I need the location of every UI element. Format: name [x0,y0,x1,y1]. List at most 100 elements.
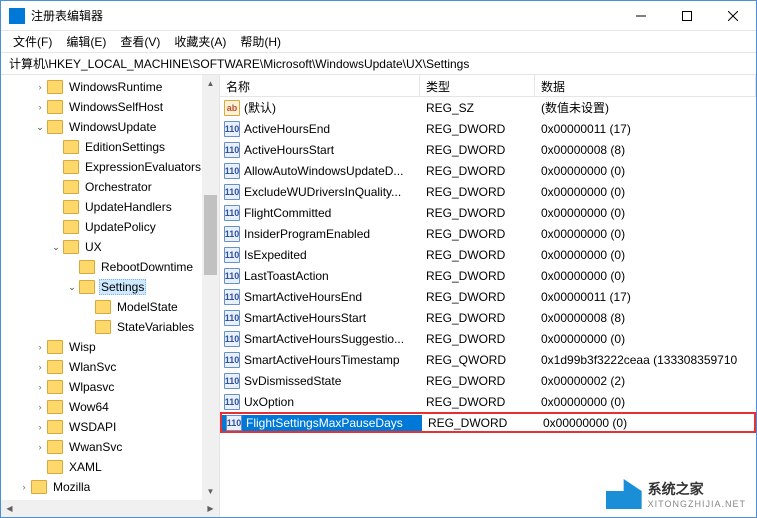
value-name-cell: 110LastToastAction [220,268,420,284]
registry-tree: ›WindowsRuntime›WindowsSelfHost ⌄ WindowsU… [1,75,219,499]
window-controls [618,1,756,31]
value-row[interactable]: 110InsiderProgramEnabledREG_DWORD0x00000… [220,223,756,244]
value-row[interactable]: ab(默认)REG_SZ(数值未设置) [220,97,756,118]
tree-item[interactable]: ›WlanSvc [1,357,219,377]
tree-item[interactable]: StateVariables [1,317,219,337]
value-data: 0x00000000 (0) [535,227,756,241]
folder-icon [63,200,79,214]
addressbar[interactable]: 计算机\HKEY_LOCAL_MACHINE\SOFTWARE\Microsof… [1,53,756,75]
tree-item[interactable]: ›WwanSvc [1,437,219,457]
value-row[interactable]: 110ActiveHoursEndREG_DWORD0x00000011 (17… [220,118,756,139]
column-data[interactable]: 数据 [535,75,756,96]
address-text: 计算机\HKEY_LOCAL_MACHINE\SOFTWARE\Microsof… [9,55,469,72]
scroll-down-icon[interactable]: ▼ [202,483,219,500]
tree-scrollbar-vertical[interactable]: ▲ ▼ [202,75,219,500]
value-name-cell: 110FlightCommitted [220,205,420,221]
tree-item[interactable]: › WSDAPI [1,417,219,437]
value-name-cell: ab(默认) [220,99,420,116]
value-name-cell: 110SmartActiveHoursEnd [220,289,420,305]
tree-arrow-icon[interactable]: › [33,82,47,92]
tree-label: WindowsUpdate [67,120,158,134]
maximize-button[interactable] [664,1,710,31]
tree-arrow-icon[interactable]: › [33,422,47,432]
tree-arrow-icon[interactable]: › [33,362,47,372]
column-type[interactable]: 类型 [420,75,535,96]
string-value-icon: ab [224,100,240,116]
value-row[interactable]: 110SvDismissedStateREG_DWORD0x00000002 (… [220,370,756,391]
tree-arrow-icon[interactable]: › [33,442,47,452]
tree-panel: ›WindowsRuntime›WindowsSelfHost ⌄ WindowsU… [1,75,220,517]
folder-icon [47,380,63,394]
tree-item[interactable]: ›Mozilla [1,477,219,497]
tree-item[interactable]: ›Wow64 [1,397,219,417]
tree-item[interactable]: ›WindowsRuntime [1,77,219,97]
menu-file[interactable]: 文件(F) [7,31,58,52]
tree-item[interactable]: ModelState [1,297,219,317]
tree-label: XAML [67,460,104,474]
column-name[interactable]: 名称 [220,75,420,96]
content: ›WindowsRuntime›WindowsSelfHost ⌄ WindowsU… [1,75,756,517]
value-row[interactable]: 110SmartActiveHoursTimestampREG_QWORD0x1… [220,349,756,370]
tree-item[interactable]: UpdatePolicy [1,217,219,237]
maximize-icon [682,11,692,21]
tree-item[interactable]: Orchestrator [1,177,219,197]
tree-arrow-icon[interactable]: ⌄ [49,242,63,253]
value-name: FlightSettingsMaxPauseDays [246,416,403,430]
tree-item[interactable]: UpdateHandlers [1,197,219,217]
tree-arrow-icon[interactable]: › [33,102,47,112]
tree-item[interactable]: XAML [1,457,219,477]
tree-item[interactable]: ›Wlpasvc [1,377,219,397]
binary-value-icon: 110 [224,352,240,368]
tree-arrow-icon[interactable]: › [33,402,47,412]
menu-help[interactable]: 帮助(H) [234,31,287,52]
value-name: UxOption [244,395,294,409]
tree-item[interactable]: ›Wisp [1,337,219,357]
tree-label: WSDAPI [67,420,118,434]
watermark: 系统之家 XITONGZHIJIA.NET [606,479,746,509]
tree-scrollbar-horizontal[interactable]: ◀ ▶ [1,500,219,517]
value-data: 0x1d99b3f3222ceaa (133308359710 [535,353,756,367]
scroll-left-icon[interactable]: ◀ [1,500,18,517]
tree-arrow-icon[interactable]: ⌄ [65,282,79,293]
tree-label: UX [83,240,104,254]
value-name: SmartActiveHoursSuggestio... [244,332,404,346]
scroll-up-icon[interactable]: ▲ [202,75,219,92]
value-row[interactable]: 110SmartActiveHoursEndREG_DWORD0x0000001… [220,286,756,307]
value-row[interactable]: 110UxOptionREG_DWORD0x00000000 (0) [220,391,756,412]
scroll-thumb[interactable] [204,195,217,275]
value-type: REG_DWORD [420,122,535,136]
binary-value-icon: 110 [224,121,240,137]
value-row[interactable]: 110SmartActiveHoursStartREG_DWORD0x00000… [220,307,756,328]
scroll-right-icon[interactable]: ▶ [202,500,219,517]
value-row[interactable]: 110FlightSettingsMaxPauseDaysREG_DWORD0x… [220,412,756,433]
tree-item[interactable]: ExpressionEvaluators [1,157,219,177]
tree-item[interactable]: EditionSettings [1,137,219,157]
tree-arrow-icon[interactable]: › [33,342,47,352]
tree-arrow-icon[interactable]: › [17,482,31,492]
value-name-cell: 110FlightSettingsMaxPauseDays [222,415,422,431]
value-row[interactable]: 110SmartActiveHoursSuggestio...REG_DWORD… [220,328,756,349]
tree-item[interactable]: ⌄Settings [1,277,219,297]
value-row[interactable]: 110LastToastActionREG_DWORD0x00000000 (0… [220,265,756,286]
value-row[interactable]: 110FlightCommittedREG_DWORD0x00000000 (0… [220,202,756,223]
tree-label: ExpressionEvaluators [83,160,203,174]
tree-item[interactable]: ⌄ WindowsUpdate [1,117,219,137]
value-row[interactable]: 110ExcludeWUDriversInQuality...REG_DWORD… [220,181,756,202]
menu-edit[interactable]: 编辑(E) [60,31,112,52]
menu-view[interactable]: 查看(V) [114,31,166,52]
window-title: 注册表编辑器 [31,7,618,24]
menu-favorites[interactable]: 收藏夹(A) [168,31,232,52]
minimize-button[interactable] [618,1,664,31]
tree-item[interactable]: ›WindowsSelfHost [1,97,219,117]
tree-arrow-icon[interactable]: ⌄ [33,122,47,133]
tree-arrow-icon[interactable]: › [33,382,47,392]
close-button[interactable] [710,1,756,31]
tree-item[interactable]: ⌄ UX [1,237,219,257]
value-row[interactable]: 110ActiveHoursStartREG_DWORD0x00000008 (… [220,139,756,160]
value-row[interactable]: 110IsExpeditedREG_DWORD0x00000000 (0) [220,244,756,265]
value-data: 0x00000000 (0) [535,185,756,199]
tree-item[interactable]: RebootDowntime [1,257,219,277]
value-name: IsExpedited [244,248,307,262]
value-data: 0x00000000 (0) [535,395,756,409]
value-row[interactable]: 110AllowAutoWindowsUpdateD...REG_DWORD0x… [220,160,756,181]
